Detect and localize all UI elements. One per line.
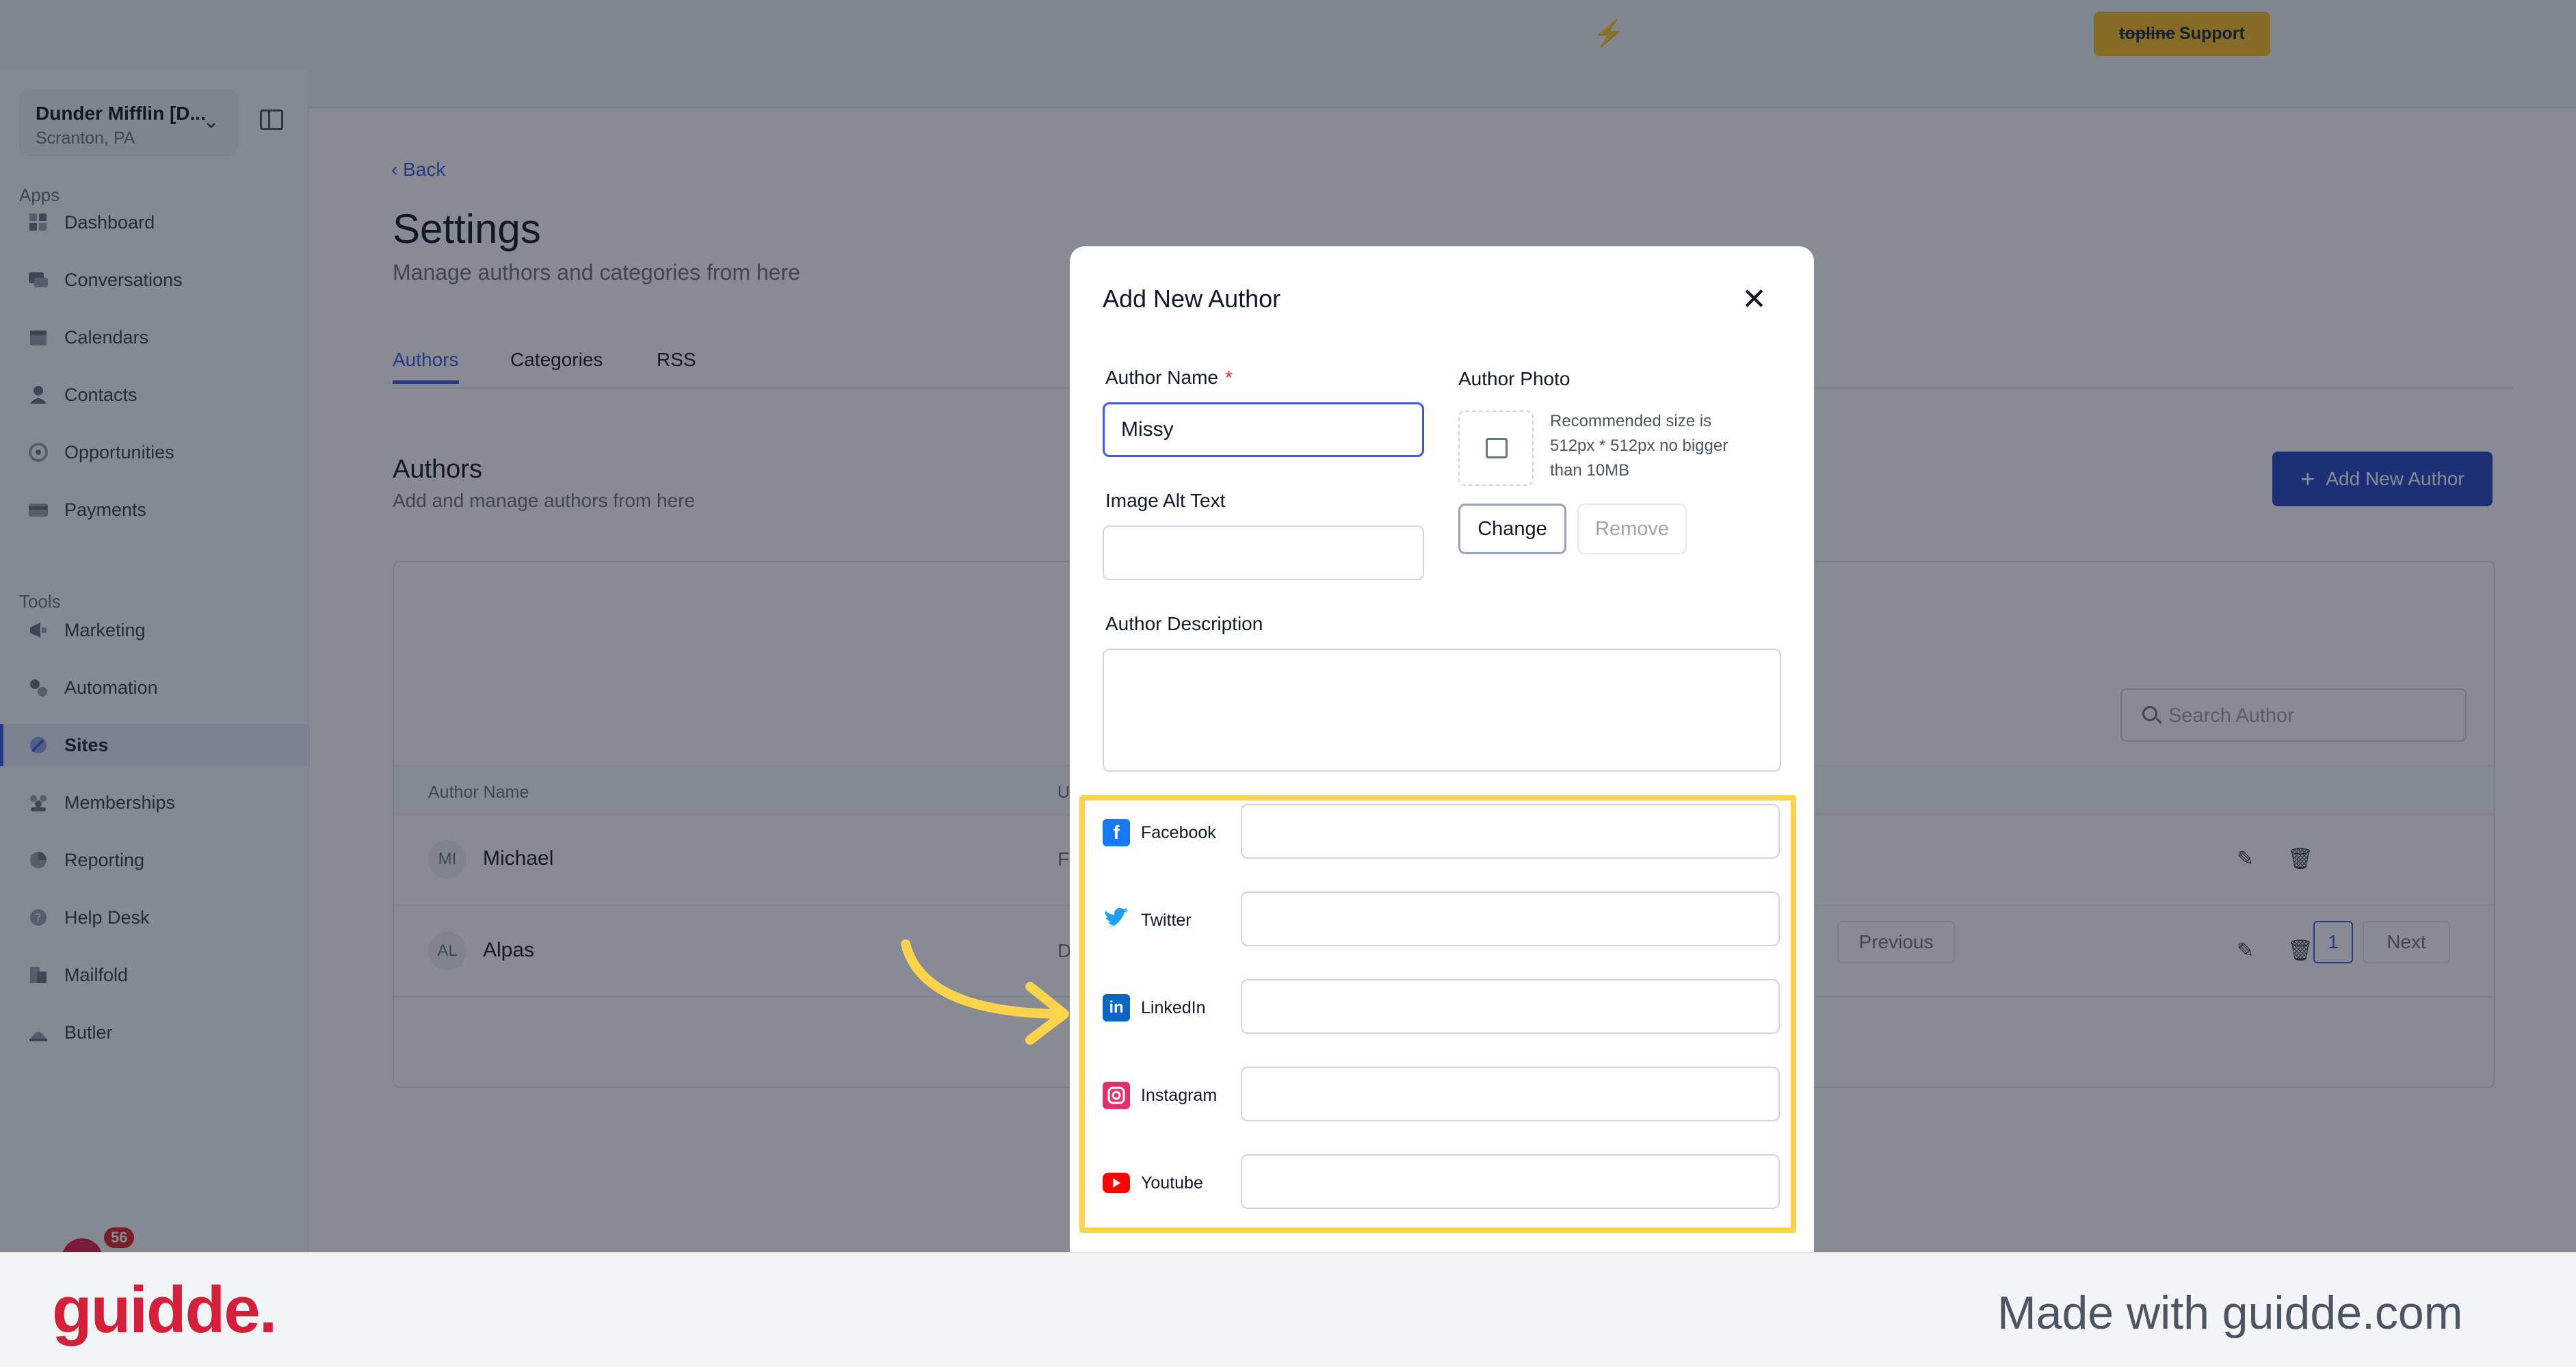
annotation-arrow-icon: [901, 939, 1069, 1045]
author-photo-label: Author Photo: [1458, 368, 1570, 389]
twitter-url-field[interactable]: [1241, 891, 1780, 946]
social-label: Facebook: [1141, 823, 1216, 842]
made-with-text: Made with guidde.com: [1997, 1287, 2463, 1339]
change-photo-button[interactable]: Change: [1458, 504, 1566, 554]
guidde-logo: guidde.: [52, 1273, 277, 1346]
social-label: Instagram: [1141, 1086, 1218, 1105]
instagram-url-field[interactable]: [1241, 1067, 1780, 1121]
modal-title: Add New Author: [1103, 285, 1281, 313]
description-label: Author Description: [1105, 613, 1263, 634]
linkedin-icon: in: [1103, 994, 1130, 1021]
author-name-field[interactable]: Missy: [1103, 402, 1424, 457]
author-name-value: Missy: [1121, 418, 1174, 441]
author-description-field[interactable]: [1103, 649, 1781, 772]
photo-recommendation: Recommended size is 512px * 512px no big…: [1550, 412, 1729, 480]
author-name-label: Author Name *: [1105, 367, 1233, 389]
youtube-url-field[interactable]: [1241, 1154, 1780, 1209]
youtube-icon: [1103, 1173, 1130, 1193]
guidde-footer: guidde. Made with guidde.com: [0, 1252, 2576, 1367]
author-name-label-text: Author Name: [1105, 367, 1218, 388]
image-icon: [1486, 438, 1508, 458]
image-alt-field[interactable]: [1103, 525, 1424, 580]
linkedin-url-field[interactable]: [1241, 979, 1780, 1034]
close-icon[interactable]: ✕: [1742, 282, 1767, 317]
facebook-icon: f: [1103, 819, 1130, 846]
social-label: LinkedIn: [1141, 998, 1206, 1017]
facebook-url-field[interactable]: [1241, 804, 1780, 859]
twitter-icon: [1103, 907, 1130, 934]
image-alt-label: Image Alt Text: [1105, 490, 1226, 511]
required-mark: *: [1224, 367, 1233, 388]
remove-photo-button[interactable]: Remove: [1577, 504, 1687, 554]
social-label: Youtube: [1141, 1173, 1203, 1193]
photo-upload-area[interactable]: [1458, 411, 1534, 486]
instagram-icon: [1103, 1082, 1130, 1109]
social-label: Twitter: [1141, 911, 1192, 930]
